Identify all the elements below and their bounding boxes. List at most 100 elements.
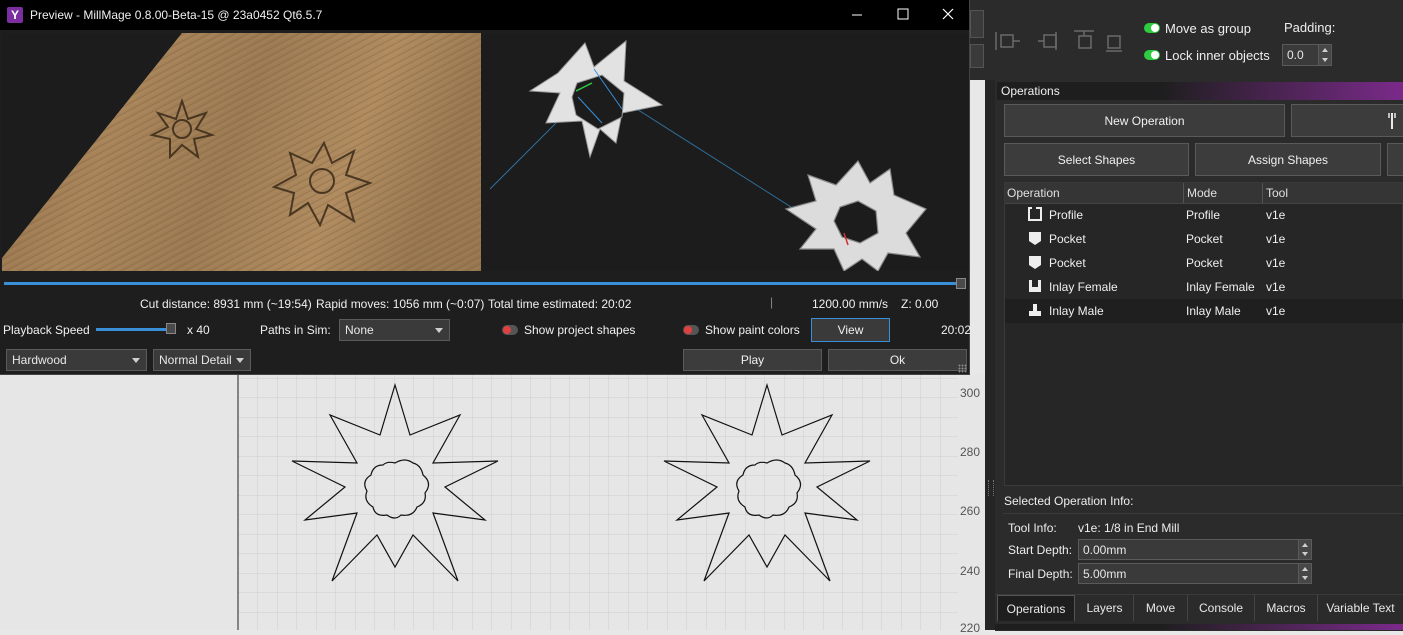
toolbar-spin[interactable] (970, 10, 984, 38)
operation-name: Inlay Male (1049, 304, 1104, 318)
align-icons-group (995, 30, 1122, 52)
lock-inner-toggle[interactable] (1144, 50, 1160, 60)
operation-name: Profile (1049, 208, 1084, 222)
operation-name: Pocket (1049, 232, 1086, 246)
playback-speed-slider[interactable] (96, 322, 178, 336)
tab-macros[interactable]: Macros (1255, 595, 1318, 621)
close-button[interactable] (926, 0, 970, 30)
playback-multiplier: x 40 (187, 323, 210, 337)
resize-grip[interactable] (958, 364, 967, 373)
ruler-label: 220 (960, 621, 981, 635)
start-depth-input[interactable]: 0.00mm (1078, 539, 1312, 560)
title-bar[interactable]: Y Preview - MillMage 0.8.00-Beta-15 @ 23… (0, 0, 969, 30)
operation-tool: v1e (1266, 256, 1286, 270)
view-button[interactable]: View (811, 318, 890, 342)
playback-speed-label: Playback Speed (3, 323, 90, 337)
cut-distance: Cut distance: 8931 mm (~19:54) (140, 297, 312, 311)
table-row[interactable]: Pocket Pocket v1e (1005, 251, 1403, 275)
tab-move[interactable]: Move (1134, 595, 1188, 621)
operation-mode: Inlay Male (1186, 304, 1241, 318)
workspace-canvas[interactable]: 300 280 260 240 220 (0, 375, 985, 635)
pocket-icon (1029, 232, 1041, 245)
maximize-icon (897, 8, 909, 20)
new-operation-button[interactable]: New Operation (1004, 104, 1285, 137)
wrench-icon (1388, 112, 1396, 129)
design-star-right[interactable] (657, 375, 877, 585)
more-button[interactable] (1387, 143, 1403, 176)
progress-handle[interactable] (956, 278, 966, 289)
paths-in-sim-select[interactable]: None (339, 319, 450, 341)
tool-library-button[interactable] (1291, 104, 1403, 137)
show-paint-colors-toggle[interactable] (683, 325, 699, 335)
elapsed-time: 20:02 (941, 323, 972, 337)
padding-value: 0.0 (1287, 48, 1304, 62)
material-select[interactable]: Hardwood (6, 349, 147, 371)
speed-handle[interactable] (166, 323, 176, 334)
table-row-selected[interactable]: Inlay Male Inlay Male v1e (1005, 299, 1403, 323)
splitter-handle[interactable] (988, 480, 994, 496)
operation-tool: v1e (1266, 208, 1286, 222)
show-project-shapes-label: Show project shapes (524, 323, 636, 337)
ruler-label: 240 (960, 564, 981, 578)
ruler-label: 280 (960, 445, 981, 459)
operation-mode: Pocket (1186, 232, 1223, 246)
assign-shapes-button[interactable]: Assign Shapes (1195, 143, 1381, 176)
speed-fill (96, 328, 166, 331)
progress-slider[interactable] (4, 278, 966, 290)
minimize-button[interactable] (834, 0, 880, 30)
final-depth-input[interactable]: 5.00mm (1078, 563, 1312, 584)
simulation-viewport[interactable] (2, 33, 969, 271)
stats-separator: | (770, 295, 774, 309)
inlay-female-icon (1029, 280, 1041, 292)
column-header-mode[interactable]: Mode (1187, 186, 1217, 200)
table-header: Operation Mode Tool (1005, 183, 1403, 204)
maximize-button[interactable] (880, 0, 926, 30)
operation-mode: Profile (1186, 208, 1221, 222)
panel-title: Operations (1001, 84, 1060, 98)
ok-button[interactable]: Ok (828, 349, 967, 371)
table-row[interactable]: Inlay Female Inlay Female v1e (1005, 275, 1403, 299)
operation-mode: Pocket (1186, 256, 1223, 270)
paths-in-sim-value: None (345, 323, 374, 337)
detail-select[interactable]: Normal Detail (153, 349, 251, 371)
move-as-group-toggle[interactable] (1144, 23, 1160, 33)
tab-operations[interactable]: Operations (997, 595, 1075, 621)
table-row[interactable]: Pocket Pocket v1e (1005, 227, 1403, 251)
final-depth-label: Final Depth: (1008, 567, 1073, 581)
start-depth-value: 0.00mm (1083, 542, 1127, 557)
ruler-label: 300 (960, 386, 981, 400)
close-icon (942, 8, 954, 20)
start-depth-label: Start Depth: (1008, 543, 1073, 557)
simulation-render (2, 33, 927, 271)
preview-window: Y Preview - MillMage 0.8.00-Beta-15 @ 23… (0, 0, 972, 375)
select-shapes-button[interactable]: Select Shapes (1004, 143, 1189, 176)
window-title: Preview - MillMage 0.8.00-Beta-15 @ 23a0… (30, 8, 323, 22)
detail-value: Normal Detail (159, 353, 232, 367)
operation-name: Pocket (1049, 256, 1086, 270)
lock-inner-label: Lock inner objects (1165, 48, 1270, 63)
panel-title-bar: Operations (997, 82, 1403, 100)
show-project-shapes-toggle[interactable] (502, 325, 518, 335)
operation-mode: Inlay Female (1186, 280, 1255, 294)
padding-input[interactable]: 0.0 (1282, 44, 1332, 66)
move-as-group-label: Move as group (1165, 21, 1251, 36)
tab-variable-text[interactable]: Variable Text (1318, 595, 1403, 621)
feed-speed: 1200.00 mm/s (812, 297, 889, 311)
operation-tool: v1e (1266, 232, 1286, 246)
column-header-operation[interactable]: Operation (1007, 186, 1060, 200)
design-star-left[interactable] (285, 375, 505, 585)
status-strip (995, 624, 1403, 630)
star-model-bottom (784, 159, 927, 271)
play-button[interactable]: Play (683, 349, 822, 371)
toolbar-spin[interactable] (970, 44, 984, 68)
star-model-top (528, 39, 664, 159)
tab-layers[interactable]: Layers (1076, 595, 1134, 621)
total-time: Total time estimated: 20:02 (488, 297, 632, 311)
tab-console[interactable]: Console (1188, 595, 1255, 621)
operation-tool: v1e (1266, 304, 1286, 318)
column-header-tool[interactable]: Tool (1266, 186, 1288, 200)
main-toolbar-area: Move as group Lock inner objects Padding… (970, 0, 1403, 80)
table-row[interactable]: Profile Profile v1e (1005, 203, 1403, 227)
show-paint-colors-label: Show paint colors (705, 323, 800, 337)
selected-info-title: Selected Operation Info: (1004, 494, 1134, 508)
